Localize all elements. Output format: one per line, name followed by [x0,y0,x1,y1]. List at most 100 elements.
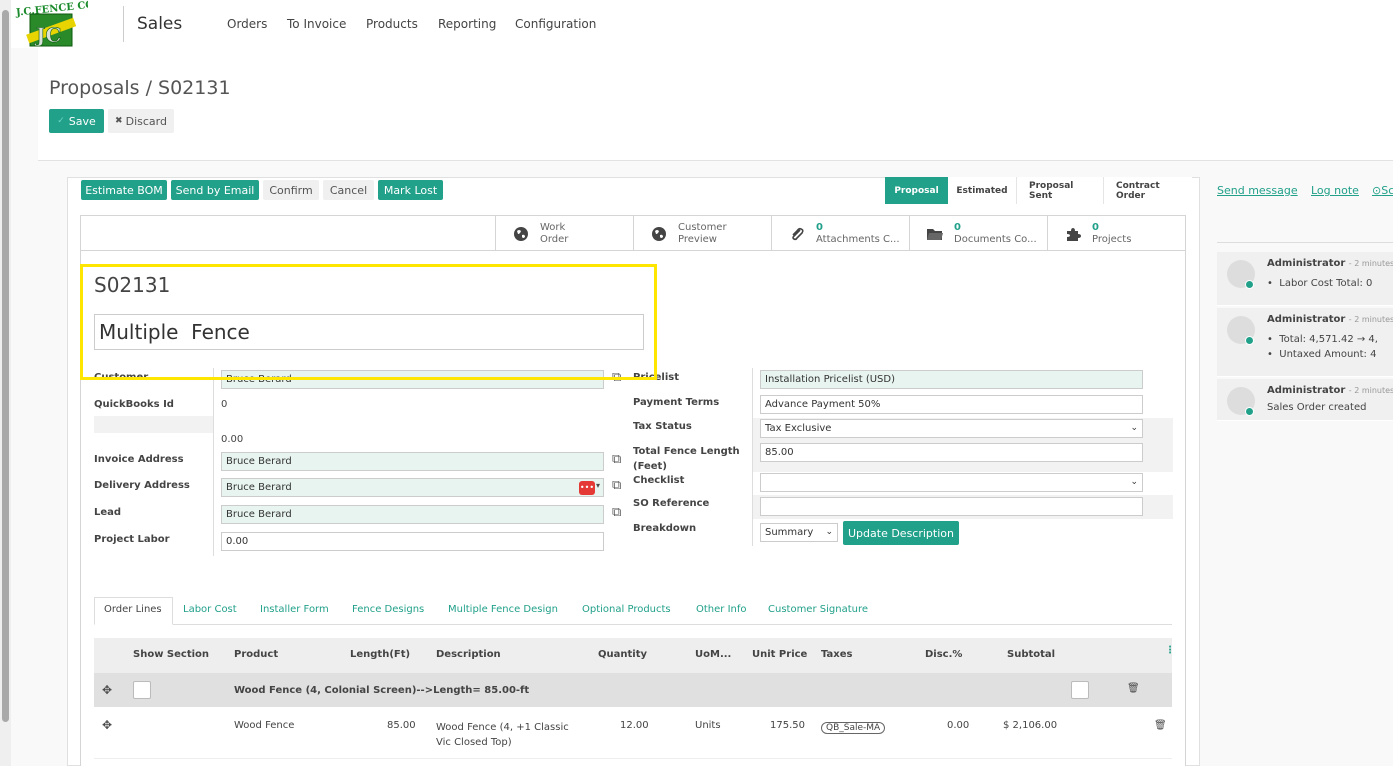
stage-proposal-sent[interactable]: Proposal Sent [1017,177,1104,204]
tab-installer-form[interactable]: Installer Form [260,604,329,615]
tab-other-info[interactable]: Other Info [696,604,747,615]
row-subtotal: $ 2,106.00 [1003,720,1058,731]
drag-handle-icon[interactable]: ✥ [102,683,112,697]
message-time: - 2 minutes [1348,315,1393,324]
menu-to-invoice[interactable]: To Invoice [287,17,346,31]
send-message-link[interactable]: Send message [1217,184,1298,197]
column-product[interactable]: Product [234,649,278,660]
invoice-address-field[interactable]: Bruce Berard [221,452,604,471]
documents-count: 0 [954,221,961,233]
tab-multiple-fence-design[interactable]: Multiple Fence Design [448,604,558,615]
stage-estimated[interactable]: Estimated [948,177,1017,204]
menu-reporting[interactable]: Reporting [438,17,496,31]
table-row[interactable] [94,707,1172,759]
clock-icon: ⊙ [1372,184,1382,197]
so-reference-field[interactable] [760,497,1143,516]
save-button[interactable]: ✓ Save [49,109,104,133]
log-note-link[interactable]: Log note [1311,184,1359,197]
chevron-down-icon: ⌄ [1130,477,1138,487]
stage-contract-order[interactable]: Contract Order [1104,177,1192,204]
project-labor-field[interactable]: 0.00 [221,532,604,551]
smart-button-attachments[interactable]: 0 Attachments C... [771,216,910,251]
drag-handle-icon[interactable]: ✥ [102,718,112,732]
breadcrumb: Proposals / S02131 [49,77,231,99]
customer-preview-label-2: Preview [678,233,717,245]
section-label: Wood Fence (4, Colonial Screen)-->Length… [234,685,530,696]
tab-labor-cost[interactable]: Labor Cost [183,604,237,615]
message-line: Sales Order created [1267,402,1367,413]
smart-button-documents[interactable]: 0 Documents Co... [909,216,1048,251]
projects-count: 0 [1092,221,1099,233]
tax-status-select[interactable]: Tax Exclusive ⌄ [760,419,1143,438]
online-status-dot [1245,336,1254,345]
quickbooks-id-value: 0 [221,399,228,410]
breakdown-select[interactable]: Summary ⌄ [760,523,838,542]
tax-badge[interactable]: QB_Sale-MA [821,722,886,734]
delete-row-icon[interactable]: 🗑 [1127,683,1140,694]
total-fence-length-label-2: (Feet) [633,461,667,472]
more-options-icon[interactable]: ••• [579,481,595,495]
total-fence-length-field[interactable]: 85.00 [760,443,1143,462]
invoice-address-label: Invoice Address [94,454,184,465]
update-description-button[interactable]: Update Description [843,521,959,545]
delivery-address-external-link-icon[interactable]: ⧉ [612,478,621,493]
column-uom[interactable]: UoM... [695,649,731,660]
delivery-address-field[interactable]: Bruce Berard [221,478,604,497]
company-logo[interactable]: J.C.FENCE CO. JC [14,0,98,50]
highlight-annotation [80,264,657,380]
menu-products[interactable]: Products [366,17,418,31]
tab-customer-signature[interactable]: Customer Signature [768,604,868,615]
stage-proposal[interactable]: Proposal [885,177,948,204]
send-by-email-button[interactable]: Send by Email [171,180,259,200]
pricelist-field[interactable]: Installation Pricelist (USD) [760,370,1143,389]
column-subtotal[interactable]: Subtotal [1007,649,1055,660]
schedule-activity-link[interactable]: ⊙Sc [1372,184,1393,197]
breakdown-label: Breakdown [633,523,697,534]
column-show-section[interactable]: Show Section [133,649,209,660]
section-row-checkbox[interactable] [1071,681,1089,699]
cancel-button[interactable]: Cancel [323,180,374,200]
smart-button-projects[interactable]: 0 Projects [1047,216,1186,251]
discard-button[interactable]: ✖ Discard [108,109,174,133]
column-taxes[interactable]: Taxes [821,649,852,660]
tab-order-lines[interactable]: Order Lines [104,604,162,615]
so-reference-label: SO Reference [633,498,710,509]
column-disc[interactable]: Disc.% [925,649,962,660]
checklist-select[interactable]: ⌄ [760,473,1143,492]
mark-lost-button[interactable]: Mark Lost [378,180,443,200]
estimate-bom-button[interactable]: Estimate BOM [81,180,167,200]
total-fence-length-label-1: Total Fence Length [633,446,740,457]
show-section-checkbox[interactable] [133,681,151,699]
message-line: Total: 4,571.42 → 4, [1279,334,1378,345]
smart-button-work-order[interactable]: Work Order [495,216,634,251]
author-name: Administrator [1267,258,1346,269]
lead-field[interactable]: Bruce Berard [221,505,604,524]
menu-orders[interactable]: Orders [227,17,267,31]
app-title[interactable]: Sales [137,14,182,34]
column-unit-price[interactable]: Unit Price [752,649,807,660]
tab-optional-products[interactable]: Optional Products [582,604,671,615]
row-description-line-1: Wood Fence (4, +1 Classic [436,722,569,733]
message-time: - 2 minutes [1348,386,1393,395]
delivery-dropdown-icon[interactable]: ▾ [596,481,600,490]
scrollbar-thumb[interactable] [2,10,9,722]
puzzle-icon [1064,225,1082,243]
payment-terms-field[interactable]: Advance Payment 50% [760,395,1143,414]
paperclip-icon [788,225,806,243]
quickbooks-id-label: QuickBooks Id [94,399,174,410]
column-description[interactable]: Description [436,649,501,660]
lead-external-link-icon[interactable]: ⧉ [612,505,621,520]
invoice-address-external-link-icon[interactable]: ⧉ [612,452,621,467]
attachments-label: Attachments C... [816,233,900,245]
column-length[interactable]: Length(Ft) [350,649,410,660]
schedule-label: Sc [1381,184,1393,197]
tax-status-label: Tax Status [633,421,692,432]
smart-button-customer-preview[interactable]: Customer Preview [633,216,772,251]
chevron-down-icon: ⌄ [1130,423,1138,433]
tab-fence-designs[interactable]: Fence Designs [352,604,424,615]
confirm-button[interactable]: Confirm [263,180,319,200]
delete-row-icon[interactable]: 🗑 [1154,720,1167,731]
optional-columns-icon[interactable]: ⋮ [1165,645,1175,656]
column-quantity[interactable]: Quantity [598,649,647,660]
menu-configuration[interactable]: Configuration [515,17,596,31]
